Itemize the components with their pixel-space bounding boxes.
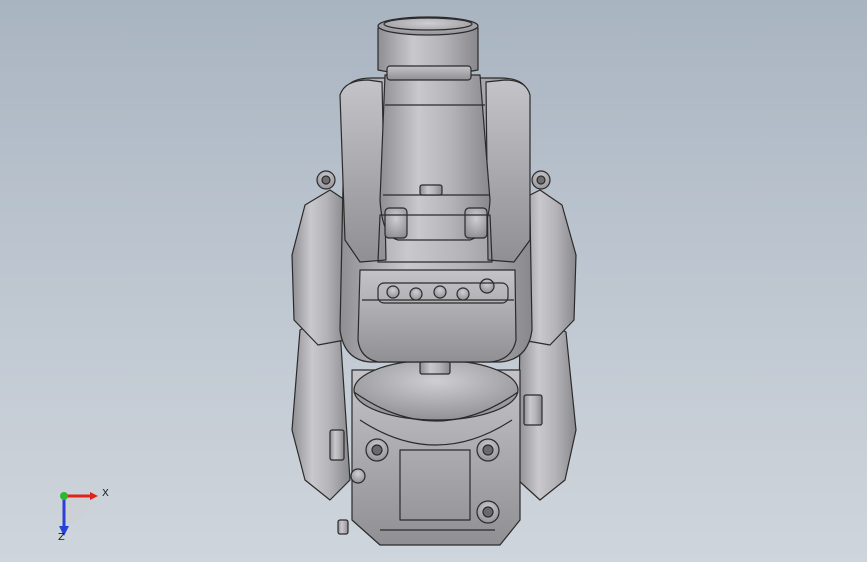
connector-port bbox=[433, 285, 447, 299]
y-axis-dot bbox=[60, 492, 68, 500]
orientation-triad: X Z bbox=[46, 478, 116, 548]
cad-viewport[interactable]: X Z bbox=[0, 0, 867, 562]
bolt-hole bbox=[350, 468, 366, 484]
wrist-latch bbox=[419, 184, 443, 196]
connector-port bbox=[479, 278, 495, 294]
shoulder-left-housing bbox=[291, 189, 346, 346]
connector-port bbox=[409, 287, 423, 301]
base-side-plate bbox=[329, 429, 345, 461]
base-left-housing bbox=[291, 319, 351, 501]
x-axis-label: X bbox=[102, 488, 109, 499]
robot-arm-model[interactable] bbox=[0, 0, 867, 562]
arm-right-lobe bbox=[485, 79, 531, 263]
connector-port bbox=[456, 287, 470, 301]
z-axis-label: Z bbox=[58, 532, 65, 543]
connector-port bbox=[386, 285, 400, 299]
